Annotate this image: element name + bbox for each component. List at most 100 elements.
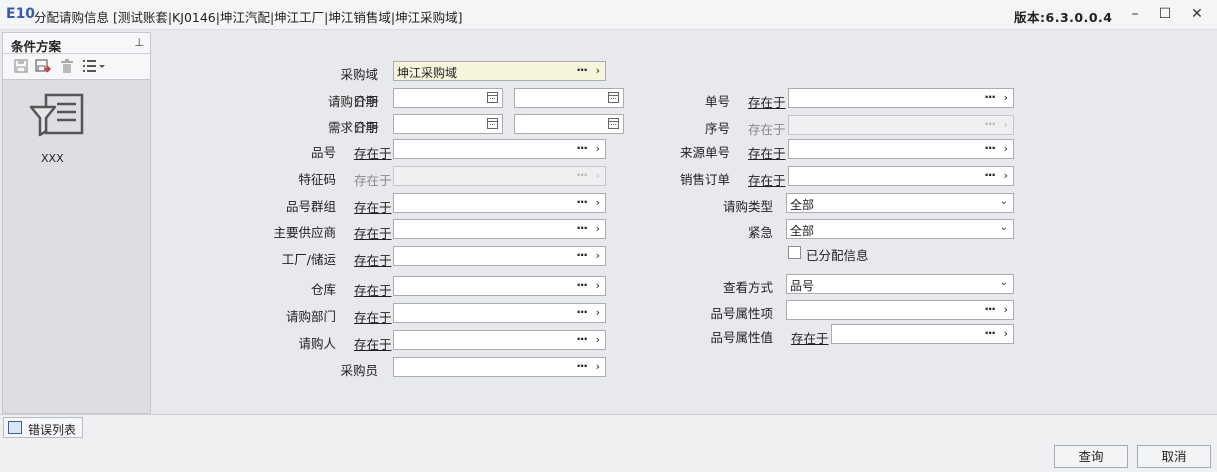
- chevron-right-icon[interactable]: ›: [596, 360, 600, 373]
- chevron-right-icon[interactable]: ›: [596, 142, 600, 155]
- item-group-label: 品号群组: [285, 199, 336, 214]
- factory-field[interactable]: ··· ›: [393, 246, 606, 266]
- calendar-icon[interactable]: [487, 118, 498, 129]
- chevron-right-icon[interactable]: ›: [596, 279, 600, 292]
- ellipsis-icon[interactable]: ···: [576, 141, 588, 155]
- title-bar: E10 分配请购信息 [测试账套|KJ0146|坤江汽配|坤江工厂|坤江销售域|…: [0, 0, 1217, 30]
- chevron-right-icon[interactable]: ›: [1004, 91, 1008, 104]
- buyer-label: 采购员: [340, 363, 378, 378]
- list-menu-icon[interactable]: [83, 59, 107, 75]
- chevron-right-icon[interactable]: ›: [596, 196, 600, 209]
- requester-field[interactable]: ··· ›: [393, 330, 606, 350]
- chevron-right-icon[interactable]: ›: [1004, 303, 1008, 316]
- delete-icon[interactable]: [59, 59, 75, 75]
- chevron-right-icon[interactable]: ›: [1004, 142, 1008, 155]
- minimize-button[interactable]: –: [1124, 4, 1146, 24]
- query-button[interactable]: 查询: [1054, 445, 1128, 468]
- ellipsis-icon[interactable]: ···: [984, 168, 996, 182]
- chevron-right-icon[interactable]: ›: [1004, 327, 1008, 340]
- sales-order-field[interactable]: ··· ›: [788, 166, 1014, 186]
- warehouse-field[interactable]: ··· ›: [393, 276, 606, 296]
- allocated-label: 已分配信息: [806, 248, 869, 263]
- urgent-label: 紧急: [747, 225, 773, 240]
- request-date-from[interactable]: [393, 88, 503, 108]
- version-label: 版本:6.3.0.0.4: [1014, 10, 1113, 25]
- chevron-down-icon[interactable]: ⌄: [1000, 196, 1008, 207]
- doc-no-op[interactable]: 存在于: [748, 92, 786, 111]
- ellipsis-icon[interactable]: ···: [576, 195, 588, 209]
- calendar-icon[interactable]: [487, 92, 498, 103]
- main-supplier-label: 主要供应商: [273, 225, 336, 240]
- ellipsis-icon[interactable]: ···: [984, 302, 996, 316]
- maximize-button[interactable]: ☐: [1154, 4, 1176, 24]
- chevron-right-icon: ›: [595, 169, 600, 182]
- requester-op[interactable]: 存在于: [354, 334, 392, 353]
- item-attr-label: 品号属性项: [710, 306, 773, 321]
- purchase-domain-value: 坤江采购域: [397, 66, 458, 80]
- allocated-checkbox[interactable]: [788, 246, 801, 259]
- chevron-right-icon[interactable]: ›: [596, 306, 600, 319]
- chevron-right-icon[interactable]: ›: [596, 333, 600, 346]
- chevron-right-icon[interactable]: ›: [596, 222, 600, 235]
- item-group-field[interactable]: ··· ›: [393, 193, 606, 213]
- item-attr-value-field[interactable]: ··· ›: [831, 324, 1014, 344]
- ellipsis-icon[interactable]: ···: [984, 90, 996, 104]
- ellipsis-icon[interactable]: ···: [576, 278, 588, 292]
- source-doc-field[interactable]: ··· ›: [788, 139, 1014, 159]
- request-type-label: 请购类型: [722, 199, 773, 214]
- ellipsis-icon[interactable]: ···: [576, 63, 588, 77]
- request-dept-op[interactable]: 存在于: [354, 307, 392, 326]
- close-button[interactable]: ✕: [1186, 4, 1208, 24]
- save-as-icon[interactable]: [35, 59, 52, 75]
- feature-code-label: 特征码: [298, 172, 336, 187]
- item-group-op[interactable]: 存在于: [354, 197, 392, 216]
- item-no-label: 品号: [310, 145, 336, 160]
- sales-order-op[interactable]: 存在于: [748, 170, 786, 189]
- scheme-label: XXX: [41, 152, 64, 165]
- item-no-op[interactable]: 存在于: [354, 143, 392, 162]
- purchase-domain-field[interactable]: 坤江采购域 ··· ›: [393, 61, 606, 81]
- chevron-right-icon[interactable]: ›: [596, 64, 600, 77]
- save-icon[interactable]: [13, 59, 29, 75]
- doc-no-field[interactable]: ··· ›: [788, 88, 1014, 108]
- factory-op[interactable]: 存在于: [354, 250, 392, 269]
- request-type-select[interactable]: 全部 ⌄: [786, 193, 1014, 213]
- demand-date-op[interactable]: 介于: [354, 117, 379, 136]
- chevron-down-icon[interactable]: ⌄: [1000, 277, 1008, 288]
- scheme-item[interactable]: [25, 91, 89, 142]
- item-no-field[interactable]: ··· ›: [393, 139, 606, 159]
- urgent-select[interactable]: 全部 ⌄: [786, 219, 1014, 239]
- warehouse-op[interactable]: 存在于: [354, 280, 392, 299]
- request-dept-field[interactable]: ··· ›: [393, 303, 606, 323]
- ellipsis-icon[interactable]: ···: [984, 141, 996, 155]
- bottom-tab-strip: 错误列表: [0, 414, 1217, 438]
- main-supplier-op[interactable]: 存在于: [354, 223, 392, 242]
- pin-icon[interactable]: ⊥: [134, 36, 144, 49]
- item-attr-value-op[interactable]: 存在于: [791, 328, 829, 347]
- request-date-op[interactable]: 介于: [354, 91, 379, 110]
- demand-date-to[interactable]: [514, 114, 624, 134]
- chevron-right-icon[interactable]: ›: [596, 249, 600, 262]
- sales-order-label: 销售订单: [679, 172, 730, 187]
- demand-date-from[interactable]: [393, 114, 503, 134]
- ellipsis-icon[interactable]: ···: [984, 326, 996, 340]
- ellipsis-icon[interactable]: ···: [576, 305, 588, 319]
- condition-scheme-panel: 条件方案 ⊥ XXX: [2, 32, 151, 414]
- view-mode-select[interactable]: 品号 ⌄: [786, 274, 1014, 294]
- purchase-domain-label: 采购域: [340, 67, 378, 82]
- cancel-button[interactable]: 取消: [1137, 445, 1211, 468]
- ellipsis-icon[interactable]: ···: [576, 248, 588, 262]
- calendar-icon[interactable]: [608, 118, 619, 129]
- main-supplier-field[interactable]: ··· ›: [393, 219, 606, 239]
- chevron-right-icon[interactable]: ›: [1004, 169, 1008, 182]
- calendar-icon[interactable]: [608, 92, 619, 103]
- ellipsis-icon[interactable]: ···: [576, 359, 588, 373]
- request-date-to[interactable]: [514, 88, 624, 108]
- source-doc-op[interactable]: 存在于: [748, 143, 786, 162]
- buyer-field[interactable]: ··· ›: [393, 357, 606, 377]
- chevron-down-icon[interactable]: ⌄: [1000, 222, 1008, 233]
- ellipsis-icon[interactable]: ···: [576, 332, 588, 346]
- item-attr-field[interactable]: ··· ›: [786, 300, 1014, 320]
- ellipsis-icon[interactable]: ···: [576, 221, 588, 235]
- error-list-tab[interactable]: 错误列表: [3, 417, 83, 438]
